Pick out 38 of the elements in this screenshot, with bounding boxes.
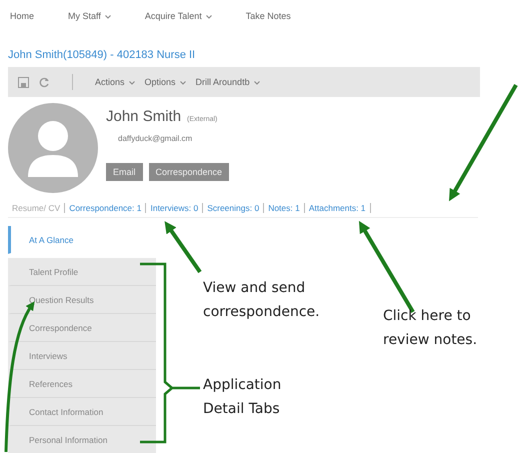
count-link[interactable]: Interviews: 0 bbox=[146, 203, 204, 213]
side-tab[interactable]: Contact Information bbox=[8, 398, 156, 426]
refresh-icon[interactable] bbox=[39, 76, 50, 88]
side-tab[interactable]: Question Results bbox=[8, 286, 156, 314]
count-link[interactable]: Screenings: 0 bbox=[203, 203, 264, 213]
side-tab[interactable]: References bbox=[8, 370, 156, 398]
nav-link[interactable]: Home bbox=[10, 11, 34, 32]
count-link[interactable]: Notes: 1 bbox=[264, 203, 305, 213]
candidate-name: John Smith bbox=[106, 108, 182, 125]
page-title: John Smith(105849) - 402183 Nurse II bbox=[8, 49, 196, 63]
callout-text: Detail Tabs bbox=[203, 401, 281, 417]
callout-text: Application bbox=[203, 377, 282, 393]
nav-link[interactable]: Take Notes bbox=[246, 11, 291, 32]
side-tab[interactable]: Correspondence bbox=[8, 314, 156, 342]
menu-button[interactable]: Options bbox=[144, 77, 186, 87]
callout-text: correspondence. bbox=[203, 304, 320, 320]
action-button[interactable]: Email bbox=[106, 163, 143, 181]
chevron-down-icon bbox=[128, 80, 135, 85]
callout-arrow bbox=[164, 221, 202, 274]
callout-text: View and send bbox=[203, 280, 306, 296]
nav-link[interactable]: Acquire Talent bbox=[144, 11, 212, 32]
menu-button[interactable]: Actions bbox=[95, 77, 135, 87]
callout-text: review notes. bbox=[383, 332, 478, 348]
side-tab[interactable]: Personal Information bbox=[8, 426, 156, 453]
callout-text: Click here to bbox=[383, 308, 472, 324]
avatar-icon bbox=[8, 103, 98, 193]
chevron-down-icon bbox=[180, 80, 186, 85]
nav-link[interactable]: My Staff bbox=[68, 11, 111, 32]
count-link[interactable]: Attachments: 1 bbox=[304, 203, 371, 213]
count-link[interactable]: Resume/ CV bbox=[8, 203, 66, 213]
menu-button[interactable]: Drill Aroundtb bbox=[196, 77, 260, 87]
save-icon[interactable] bbox=[18, 76, 29, 88]
candidate-email: daffyduck@gmail.cm bbox=[118, 134, 194, 143]
count-link[interactable]: Correspondence: 1 bbox=[65, 203, 146, 213]
action-button[interactable]: Correspondence bbox=[148, 163, 230, 181]
side-tab[interactable]: Talent Profile bbox=[8, 258, 156, 286]
chevron-down-icon bbox=[254, 80, 260, 85]
side-tab[interactable]: Interviews bbox=[8, 342, 156, 370]
